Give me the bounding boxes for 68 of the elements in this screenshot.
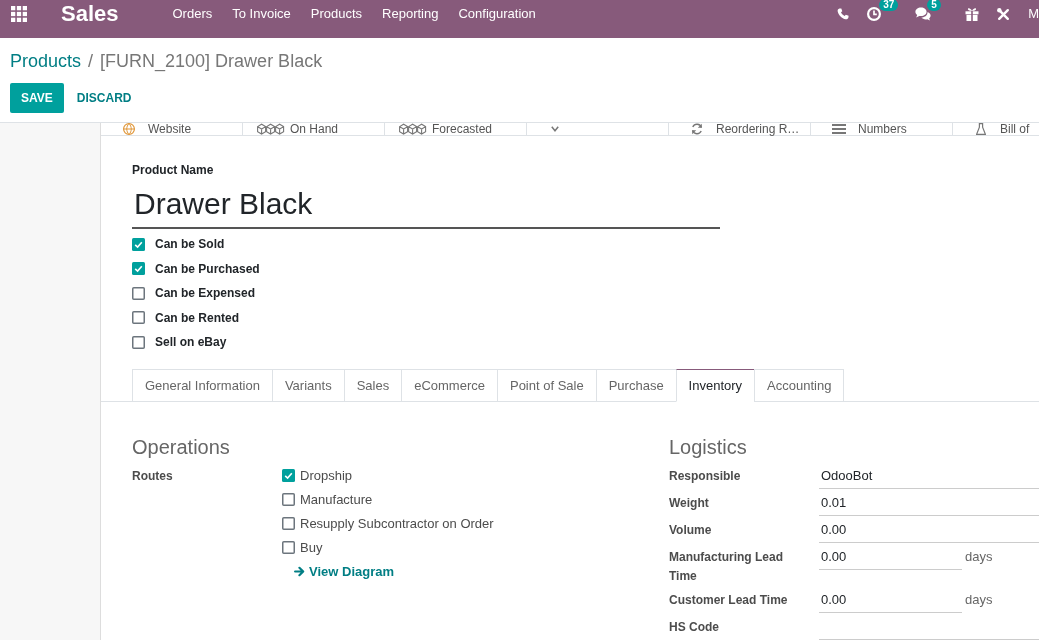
checkbox-label: Sell on eBay: [155, 335, 227, 350]
flask-icon: [976, 123, 986, 135]
input-field[interactable]: OdooBot: [819, 463, 1039, 489]
section-title: Operations: [132, 434, 231, 459]
discard-button[interactable]: DISCARD: [63, 83, 145, 113]
record-title: [FURN_2100] Drawer Black: [100, 50, 323, 72]
checkbox[interactable]: [132, 335, 145, 349]
checkbox-label: Can be Purchased: [155, 261, 260, 276]
checkbox[interactable]: [282, 469, 295, 482]
breadcrumb-separator: /: [88, 50, 94, 72]
section-title: Logistics: [669, 434, 748, 459]
cubes-icon: [399, 123, 427, 135]
field-label: HS Code: [669, 618, 720, 636]
clock-icon[interactable]: [867, 7, 882, 21]
breadcrumb-link[interactable]: Products: [10, 50, 82, 72]
tab[interactable]: General Information: [132, 368, 273, 402]
checkbox[interactable]: [282, 541, 295, 554]
user-name[interactable]: M: [1028, 5, 1039, 23]
checkbox-label: Dropship: [300, 468, 353, 483]
tab[interactable]: Inventory: [675, 368, 756, 402]
checkbox-label: Buy: [300, 540, 323, 555]
chat-bubbles-icon[interactable]: [915, 7, 932, 21]
unit-label: days: [965, 590, 993, 609]
checkbox[interactable]: [132, 311, 145, 325]
gift-icon[interactable]: [965, 7, 980, 21]
crossed-tools-icon[interactable]: [997, 7, 1011, 21]
globe-icon: [123, 123, 135, 135]
field-label: Volume: [669, 521, 713, 539]
checkbox-label: Resupply Subcontractor on Order: [300, 516, 494, 531]
field-label: Product Name: [132, 163, 215, 177]
cubes-icon: [257, 123, 285, 135]
checkbox[interactable]: [132, 237, 145, 251]
input-field[interactable]: 0.00: [819, 587, 962, 613]
checkbox[interactable]: [132, 262, 145, 276]
save-button[interactable]: SAVE: [10, 83, 64, 113]
field-label: Weight: [669, 494, 710, 512]
checkbox-label: Can be Rented: [155, 310, 239, 325]
menu-item[interactable]: Orders: [162, 5, 223, 23]
checkbox[interactable]: [282, 517, 295, 530]
count-badge: 5: [927, 0, 941, 11]
field-label: Responsible: [669, 467, 742, 485]
menu-item[interactable]: Reporting: [372, 5, 449, 23]
checkbox[interactable]: [132, 286, 145, 300]
caret-icon: [551, 126, 559, 132]
tab[interactable]: Accounting: [754, 368, 845, 402]
checkbox-label: Can be Sold: [155, 237, 225, 252]
field-label: Customer Lead Time: [669, 591, 789, 609]
grid-menu-icon[interactable]: [11, 6, 27, 22]
field-label: Manufacturing Lead Time: [669, 548, 784, 585]
checkbox-label: Can be Expensed: [155, 286, 256, 301]
arrow-right-icon: [294, 566, 305, 577]
unit-label: days: [965, 547, 993, 566]
count-badge: 37: [879, 0, 899, 11]
checkbox[interactable]: [282, 493, 295, 506]
menu-item[interactable]: To Invoice: [222, 5, 301, 23]
product-name-field[interactable]: Drawer Black: [132, 186, 720, 229]
menu-item[interactable]: Configuration: [448, 5, 546, 23]
app-title: Sales: [61, 1, 119, 27]
input-field[interactable]: 0.00: [819, 544, 962, 570]
phone-icon[interactable]: [837, 8, 850, 20]
bars-icon: [832, 123, 846, 135]
view-diagram-link[interactable]: View Diagram: [294, 564, 395, 579]
field-label: Routes: [132, 467, 174, 485]
checkbox-label: Manufacture: [300, 492, 373, 507]
input-field[interactable]: 0.01: [819, 490, 1039, 516]
menu-item[interactable]: Products: [300, 5, 373, 23]
refresh-icon: [691, 123, 703, 135]
input-field[interactable]: 0.00: [819, 517, 1039, 543]
